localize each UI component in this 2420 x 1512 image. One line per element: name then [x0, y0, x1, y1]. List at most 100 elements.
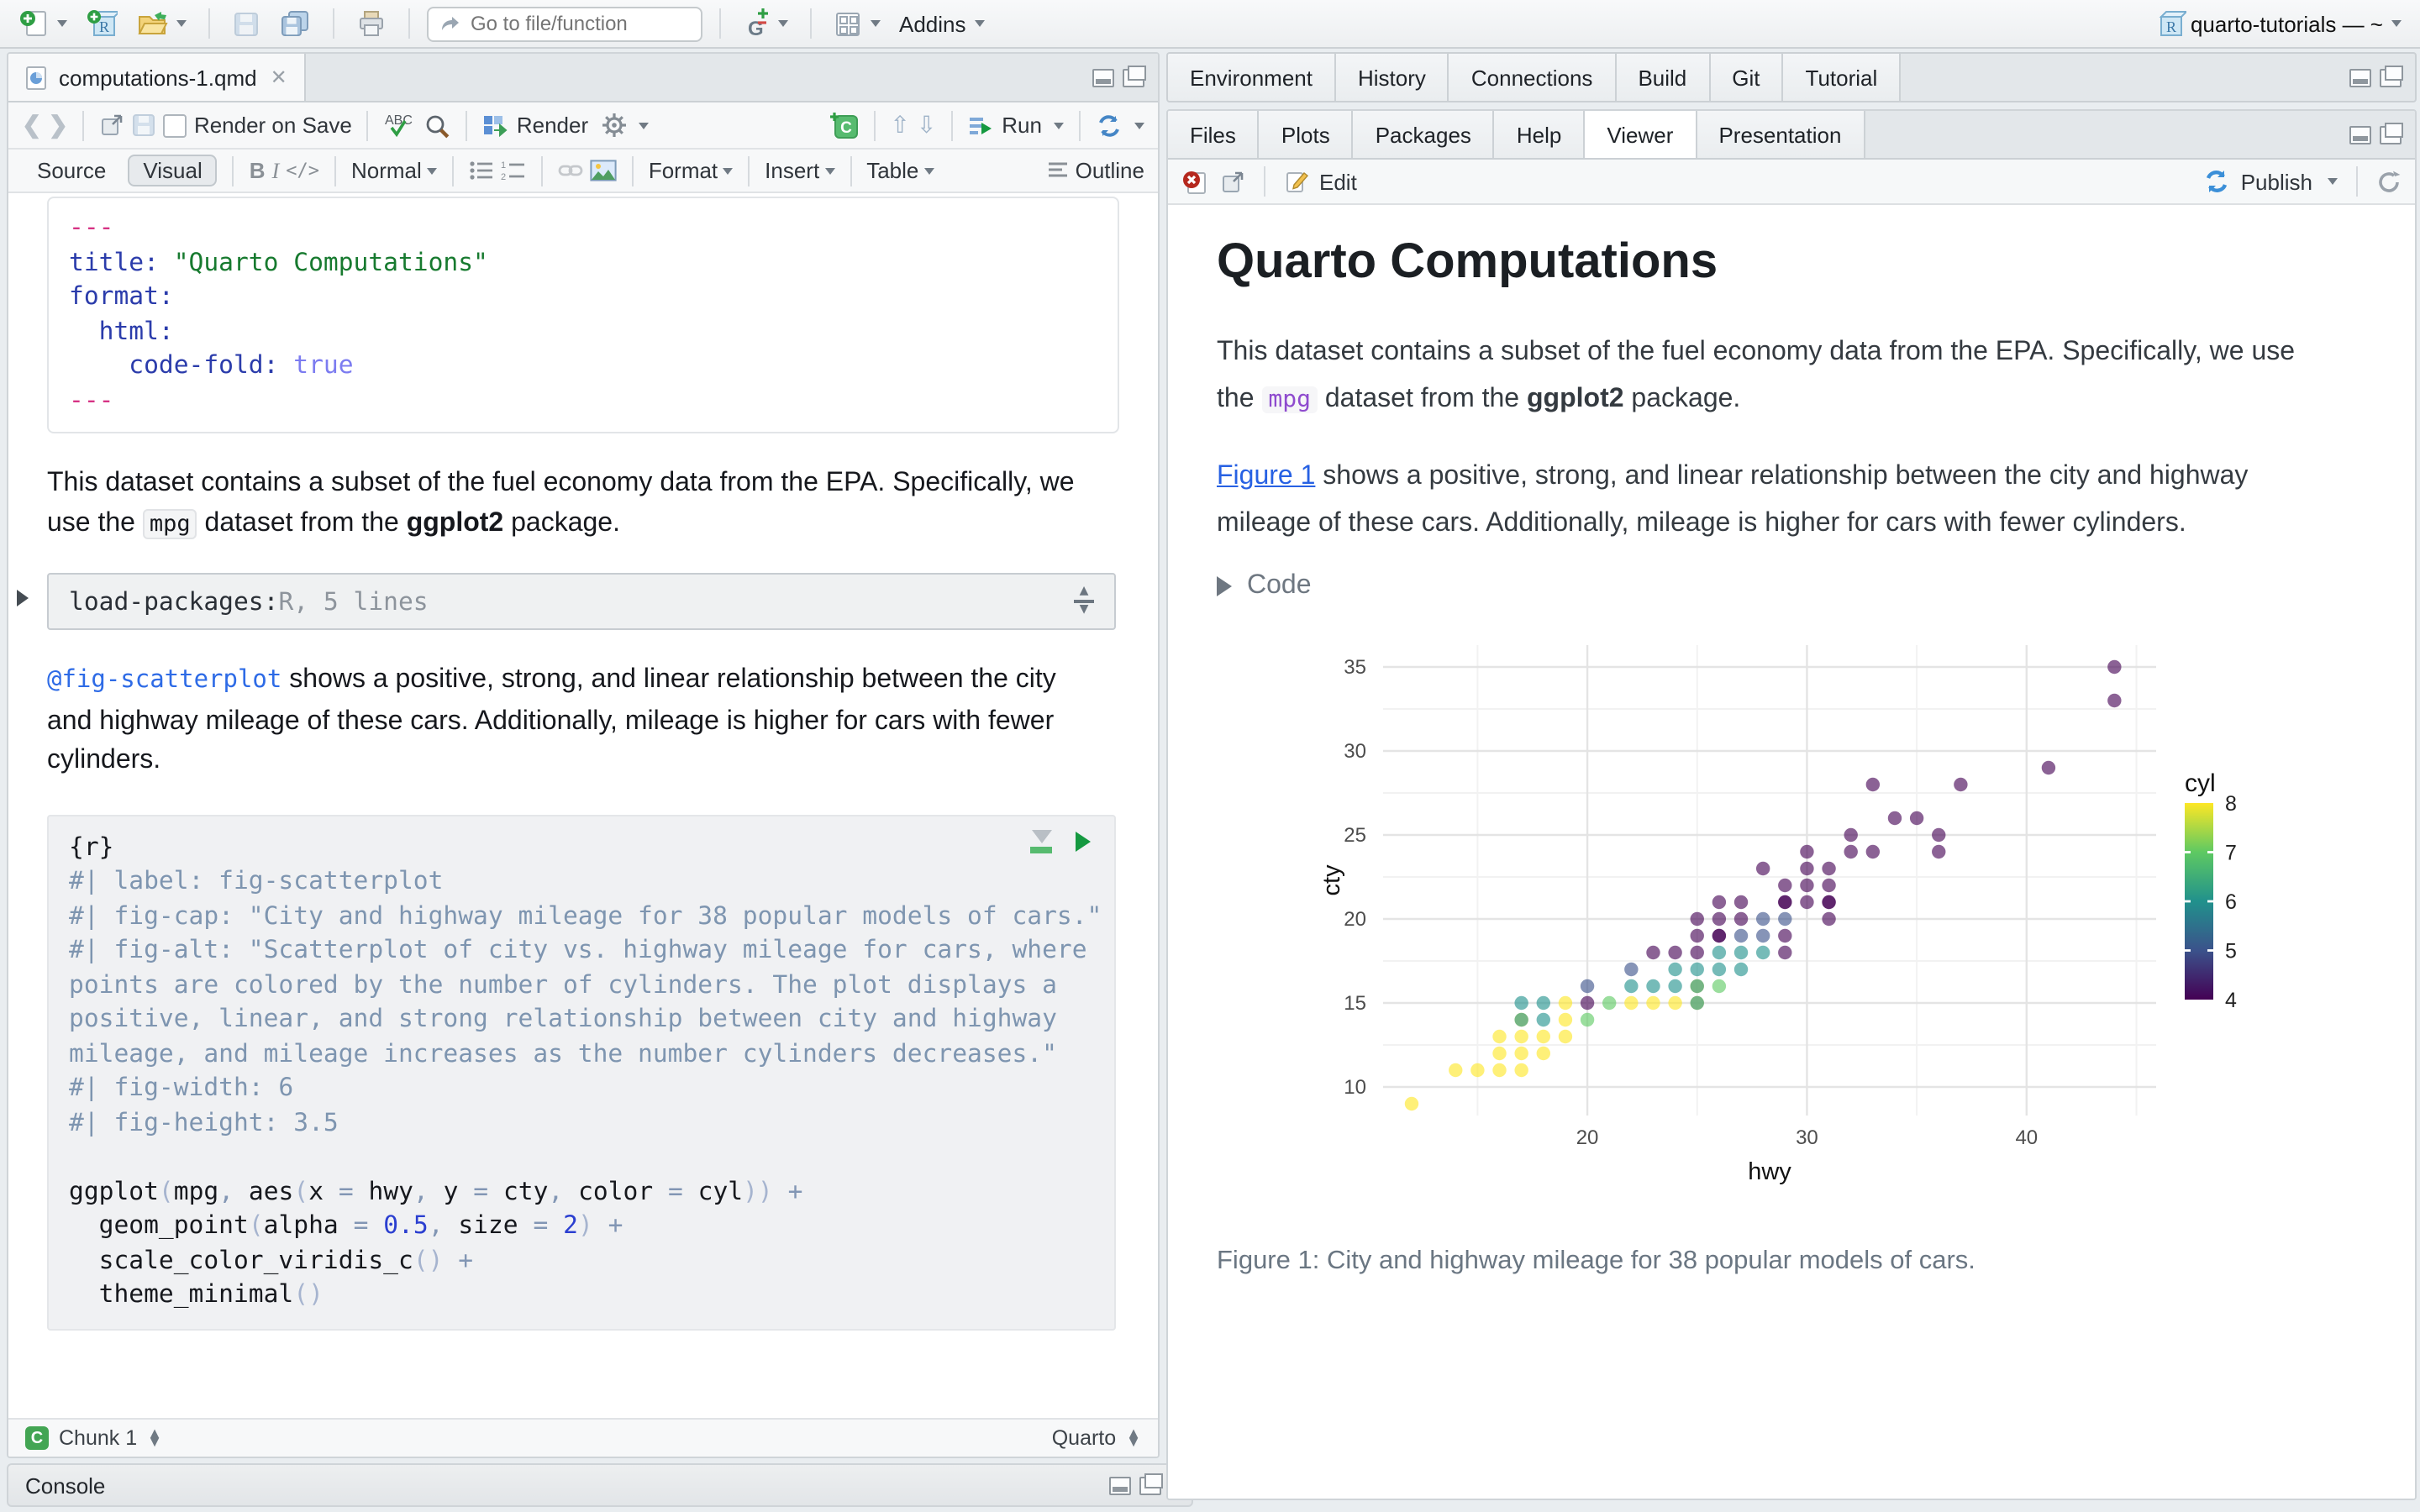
- save-all-button[interactable]: [274, 5, 316, 42]
- popout-icon[interactable]: [1220, 169, 1245, 194]
- tab-packages[interactable]: Packages: [1354, 111, 1495, 158]
- popout-icon[interactable]: [100, 113, 125, 138]
- publish-icon: [2204, 168, 2231, 195]
- bold-icon[interactable]: B: [250, 158, 266, 183]
- close-tab-icon[interactable]: ✕: [271, 66, 287, 89]
- tab-plots[interactable]: Plots: [1260, 111, 1354, 158]
- paragraph-style-select[interactable]: Normal: [351, 158, 437, 183]
- svg-text:hwy: hwy: [1748, 1158, 1791, 1185]
- run-button[interactable]: Run: [1002, 113, 1042, 138]
- editor-paragraph[interactable]: This dataset contains a subset of the fu…: [47, 464, 1089, 544]
- yaml-front-matter[interactable]: ---title: "Quarto Computations"format: h…: [47, 197, 1119, 433]
- addins-button[interactable]: Addins: [894, 8, 990, 39]
- chevron-down-icon[interactable]: [1134, 122, 1144, 129]
- render-on-save-checkbox[interactable]: [164, 113, 187, 137]
- tab-build[interactable]: Build: [1616, 54, 1710, 101]
- maximize-pane-icon[interactable]: [1139, 1476, 1161, 1494]
- link-icon[interactable]: [558, 160, 583, 181]
- visual-editor-canvas[interactable]: ---title: "Quarto Computations"format: h…: [8, 193, 1158, 1418]
- chevron-down-icon[interactable]: [2328, 178, 2338, 185]
- tab-presentation[interactable]: Presentation: [1697, 111, 1865, 158]
- svg-text:2: 2: [501, 172, 506, 181]
- git-button[interactable]: G: [738, 5, 793, 42]
- chevron-down-icon[interactable]: [639, 122, 649, 129]
- chevron-down-icon[interactable]: [1054, 122, 1064, 129]
- minimize-pane-icon[interactable]: [2349, 68, 2371, 87]
- outline-toggle[interactable]: Outline: [1076, 158, 1144, 183]
- tab-git[interactable]: Git: [1710, 54, 1783, 101]
- expand-chunk-icon[interactable]: ▲▼: [1074, 587, 1094, 617]
- svg-text:G: G: [748, 18, 764, 39]
- tab-history[interactable]: History: [1336, 54, 1449, 101]
- print-button[interactable]: [351, 5, 392, 42]
- minimize-pane-icon[interactable]: [2349, 125, 2371, 144]
- publish-button[interactable]: Publish: [2241, 169, 2312, 194]
- table-menu[interactable]: Table: [866, 158, 934, 183]
- run-chunks-above-icon[interactable]: [1030, 829, 1052, 853]
- italic-icon[interactable]: I: [272, 157, 280, 184]
- collapsed-code-chunk[interactable]: load-packages: R, 5 lines ▲▼: [47, 573, 1116, 630]
- maximize-pane-icon[interactable]: [1123, 68, 1144, 87]
- tab-help[interactable]: Help: [1495, 111, 1586, 158]
- document-mode-label[interactable]: Quarto: [1052, 1426, 1116, 1450]
- new-file-button[interactable]: [13, 5, 72, 42]
- open-file-button[interactable]: [131, 5, 192, 42]
- code-format-icon[interactable]: </>: [286, 160, 319, 181]
- gear-icon[interactable]: [602, 113, 627, 138]
- go-to-previous-section-icon[interactable]: ⇧: [890, 111, 909, 139]
- rendered-document[interactable]: Quarto Computations This dataset contain…: [1168, 205, 2415, 1499]
- refresh-icon[interactable]: [2376, 169, 2402, 194]
- save-button[interactable]: [227, 6, 266, 41]
- forward-icon[interactable]: ❯: [48, 111, 67, 139]
- minimize-pane-icon[interactable]: [1109, 1476, 1131, 1494]
- svg-text:30: 30: [1796, 1126, 1818, 1149]
- panes-layout-button[interactable]: [829, 6, 886, 41]
- tab-connections[interactable]: Connections: [1449, 54, 1617, 101]
- back-icon[interactable]: ❮: [22, 111, 41, 139]
- format-menu[interactable]: Format: [649, 158, 733, 183]
- console-pane-header[interactable]: Console: [7, 1463, 1193, 1507]
- svg-text:40: 40: [2015, 1126, 2038, 1149]
- edit-pencil-icon: [1284, 169, 1309, 194]
- editor-paragraph[interactable]: @fig-scatterplot shows a positive, stron…: [47, 660, 1089, 780]
- insert-menu[interactable]: Insert: [765, 158, 834, 183]
- tab-tutorial[interactable]: Tutorial: [1784, 54, 1902, 101]
- numbered-list-icon[interactable]: 12: [501, 160, 526, 181]
- source-mode-button[interactable]: Source: [22, 155, 121, 186]
- minimize-pane-icon[interactable]: [1092, 68, 1114, 87]
- chunk-nav-arrows-icon[interactable]: ▲▼: [147, 1430, 162, 1446]
- new-project-button[interactable]: R: [81, 5, 123, 42]
- mode-select-arrows-icon[interactable]: ▲▼: [1126, 1430, 1141, 1446]
- r-code-chunk[interactable]: {r}#| label: fig-scatterplot#| fig-cap: …: [47, 814, 1116, 1330]
- code-fold-toggle[interactable]: Code: [1217, 571, 2348, 601]
- svg-text:C: C: [839, 119, 851, 137]
- save-icon[interactable]: [132, 113, 157, 138]
- clear-viewer-icon[interactable]: [1181, 167, 1210, 196]
- goto-file-search[interactable]: [427, 6, 702, 41]
- goto-file-input[interactable]: [467, 10, 676, 37]
- svg-text:8: 8: [2225, 792, 2237, 816]
- bullet-list-icon[interactable]: [469, 160, 494, 181]
- insert-chunk-icon[interactable]: C: [828, 111, 858, 139]
- new-file-icon: [18, 8, 49, 39]
- tab-computations-1-qmd[interactable]: computations-1.qmd ✕: [8, 54, 306, 101]
- toolbar-separator: [719, 8, 721, 39]
- edit-button[interactable]: Edit: [1319, 169, 1357, 194]
- go-to-next-section-icon[interactable]: ⇩: [917, 111, 936, 139]
- chunk-fold-arrow-icon[interactable]: [17, 590, 29, 606]
- visual-mode-button[interactable]: Visual: [128, 155, 217, 186]
- run-chunk-icon[interactable]: [1076, 831, 1091, 851]
- project-menu-button[interactable]: R quarto-tutorials — ~: [2152, 6, 2407, 41]
- maximize-pane-icon[interactable]: [2380, 125, 2402, 144]
- search-icon[interactable]: [424, 112, 451, 139]
- tab-environment[interactable]: Environment: [1168, 54, 1336, 101]
- tab-viewer[interactable]: Viewer: [1585, 111, 1697, 158]
- render-button[interactable]: Render: [517, 113, 588, 138]
- image-icon[interactable]: [590, 160, 617, 181]
- tab-files[interactable]: Files: [1168, 111, 1260, 158]
- chunk-position-label[interactable]: Chunk 1: [59, 1426, 137, 1450]
- source-document-icon[interactable]: [1096, 112, 1123, 139]
- maximize-pane-icon[interactable]: [2380, 68, 2402, 87]
- goto-arrow-icon: [439, 13, 459, 34]
- spellcheck-icon[interactable]: ABC: [384, 111, 418, 139]
